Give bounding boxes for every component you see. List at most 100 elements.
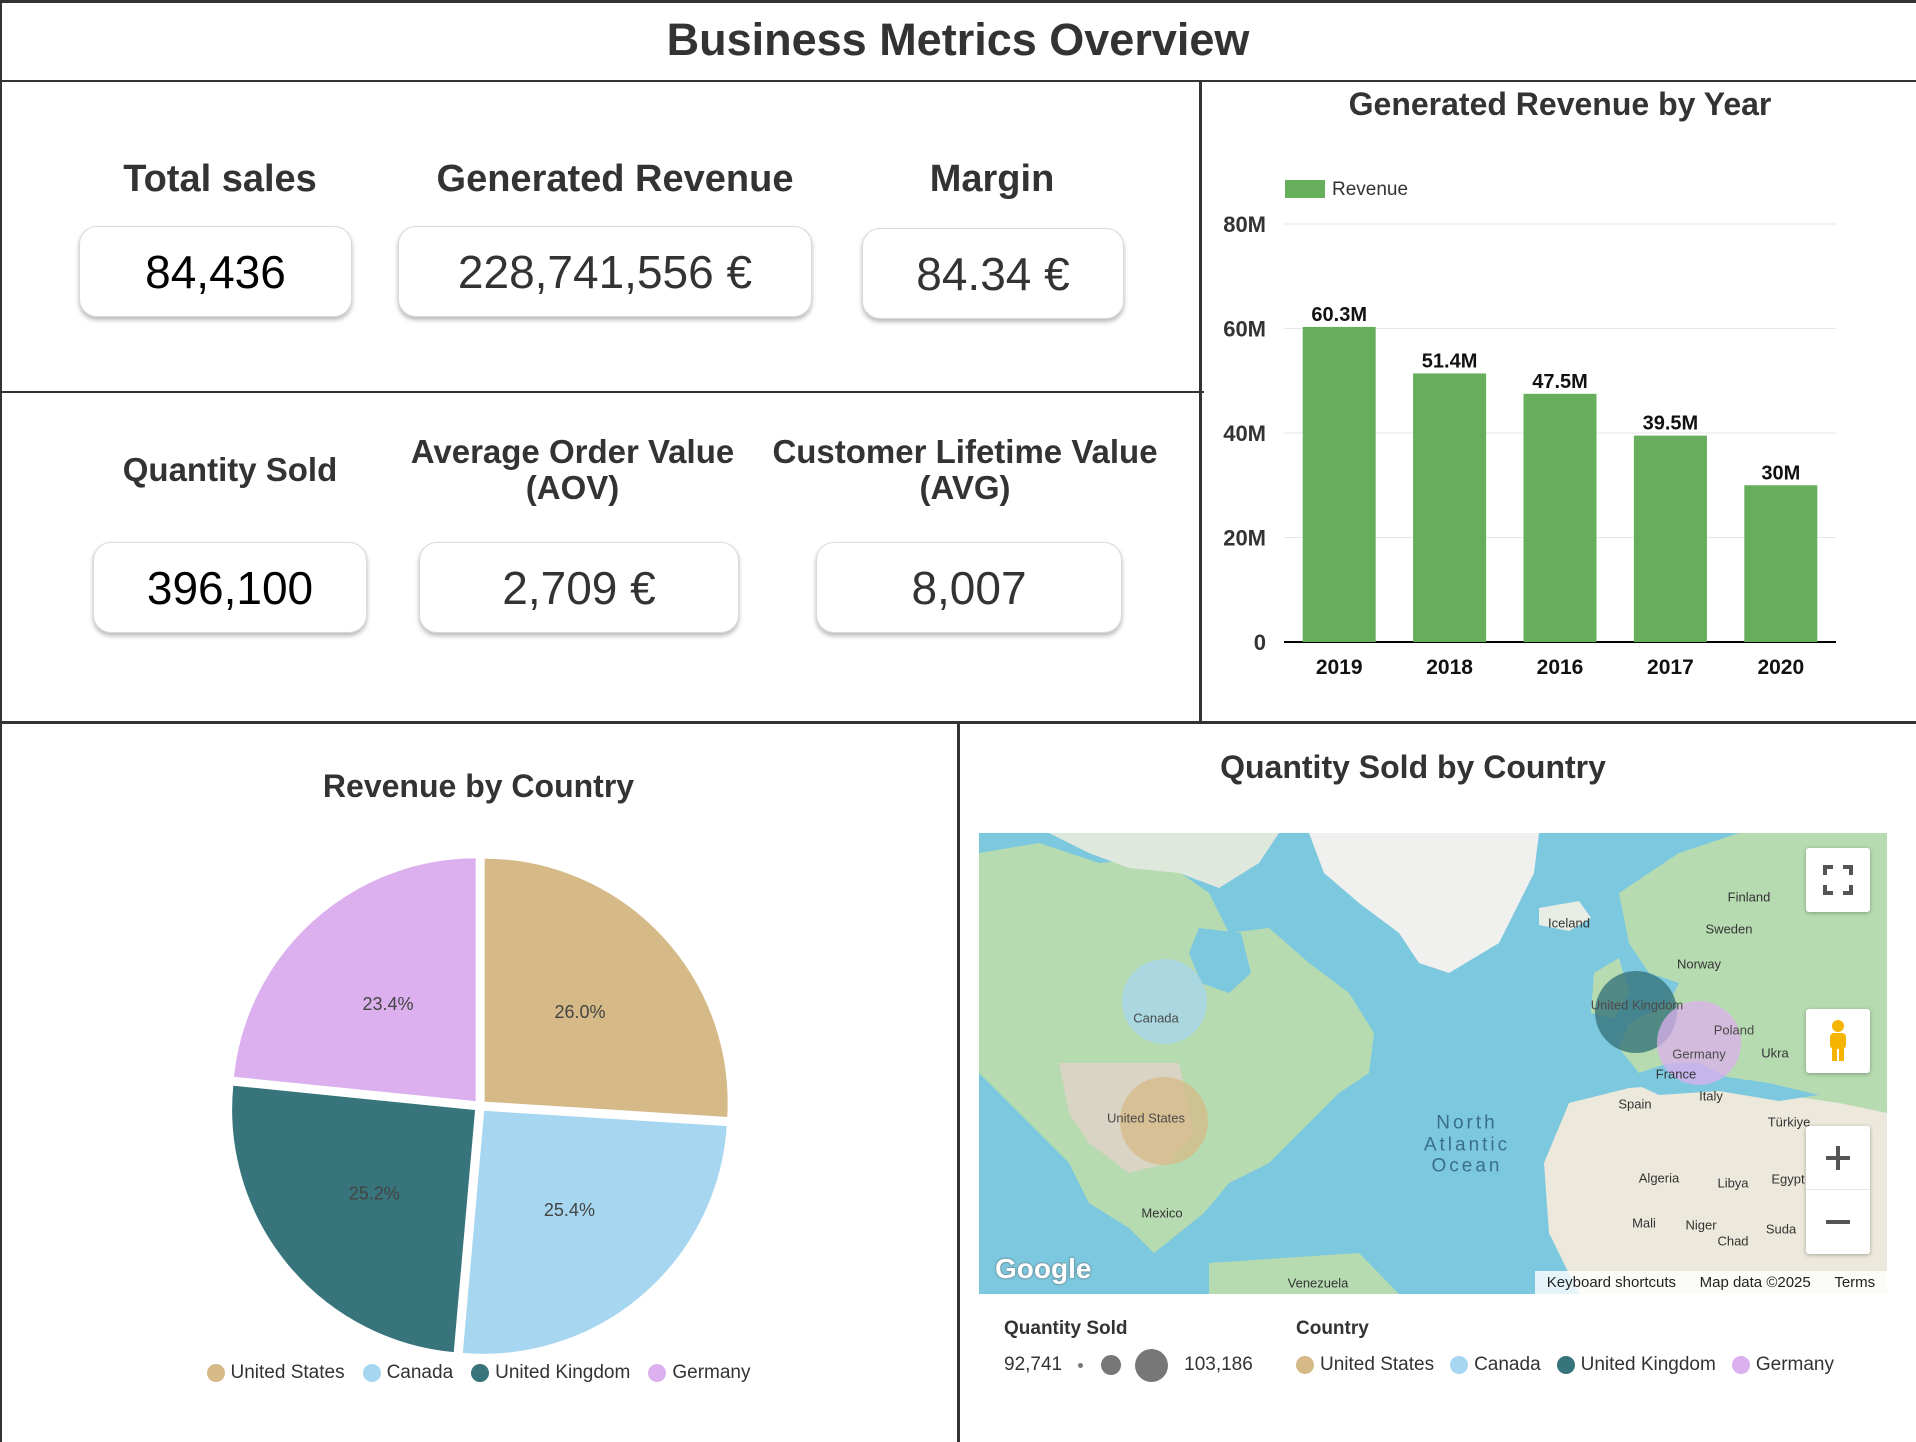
aov-value: 2,709 € bbox=[419, 542, 739, 633]
pie-slice-united-kingdom[interactable] bbox=[230, 1083, 478, 1355]
bubble-canada[interactable] bbox=[1122, 959, 1207, 1044]
aov-label-line2: (AOV) bbox=[525, 469, 620, 506]
bar-chart-title: Generated Revenue by Year bbox=[1348, 86, 1772, 122]
x-tick-label: 2019 bbox=[1316, 656, 1363, 679]
map-label-libya: Libya bbox=[1717, 1175, 1749, 1191]
minus-icon bbox=[1826, 1220, 1850, 1224]
map-label-united-kingdom: United Kingdom bbox=[1590, 997, 1684, 1013]
size-legend-tiny-dot bbox=[1078, 1362, 1084, 1368]
pie-slice-label: 26.0% bbox=[554, 1002, 605, 1022]
margin-label: Margin bbox=[929, 158, 1055, 201]
legend-dot bbox=[362, 1364, 381, 1382]
size-legend: 92,741 103,186 bbox=[1004, 1348, 1253, 1382]
fullscreen-icon bbox=[1823, 865, 1853, 895]
pie-slice-germany[interactable] bbox=[231, 856, 478, 1104]
zoom-out-button[interactable] bbox=[1806, 1190, 1870, 1254]
aov-label: Average Order Value (AOV) bbox=[395, 428, 750, 512]
zoom-controls bbox=[1806, 1126, 1870, 1254]
kpi-chart-divider bbox=[1199, 80, 1202, 724]
margin-value: 84.34 € bbox=[862, 228, 1124, 319]
revenue-by-country-chart: 26.0% 25.4% 25.2% 23.4% bbox=[230, 856, 730, 1356]
quantity-sold-label: Quantity Sold bbox=[122, 450, 338, 488]
legend-dot bbox=[1556, 1356, 1575, 1374]
fullscreen-button[interactable] bbox=[1806, 848, 1870, 912]
page-title: Business Metrics Overview bbox=[666, 14, 1250, 65]
bar-value-label: 39.5M bbox=[1643, 413, 1699, 435]
legend-label: United Kingdom bbox=[1580, 1354, 1716, 1375]
legend-dot bbox=[471, 1364, 490, 1382]
bar-2017[interactable] bbox=[1633, 435, 1707, 642]
legend-label: United States bbox=[230, 1362, 345, 1383]
size-legend-large-dot bbox=[1135, 1348, 1169, 1382]
bar-value-label: 47.5M bbox=[1532, 371, 1588, 393]
bar-2020[interactable] bbox=[1744, 485, 1818, 642]
total-sales-value: 84,436 bbox=[79, 226, 352, 317]
map-label-venezuela: Venezuela bbox=[1287, 1275, 1349, 1291]
clv-label-line2: (AVG) bbox=[919, 469, 1011, 506]
bar-2016[interactable] bbox=[1523, 393, 1597, 642]
y-tick-label: 40M bbox=[1223, 421, 1266, 446]
terms-link[interactable]: Terms bbox=[1834, 1274, 1875, 1291]
title-divider bbox=[0, 80, 1916, 82]
clv-label-line1: Customer Lifetime Value bbox=[772, 432, 1158, 470]
map-legend-item-united-kingdom[interactable]: United Kingdom bbox=[1556, 1354, 1716, 1376]
map-label-norway: Norway bbox=[1676, 956, 1722, 972]
map-label-finland: Finland bbox=[1727, 889, 1771, 905]
legend-label: United States bbox=[1320, 1354, 1435, 1375]
street-view-pegman[interactable] bbox=[1806, 1009, 1870, 1073]
map-legend-item-canada[interactable]: Canada bbox=[1450, 1354, 1541, 1376]
map-label-spain: Spain bbox=[1618, 1096, 1652, 1112]
map-label-france: France bbox=[1655, 1066, 1697, 1082]
bar-2019[interactable] bbox=[1302, 326, 1376, 642]
quantity-sold-map[interactable]: Canada United States Mexico Venezuela Icelan… bbox=[979, 833, 1887, 1294]
map-label-mali: Mali bbox=[1632, 1215, 1656, 1231]
map-label-chad: Chad bbox=[1717, 1233, 1749, 1249]
kpi-divider bbox=[0, 391, 1204, 393]
revenue-by-year-chart: Revenue 0 20M 40M 60M 80M 60.3M 2019 51.4M 2018 47… bbox=[1223, 179, 1836, 679]
map-label-sudan: Suda bbox=[1765, 1221, 1797, 1237]
pie-slice-label: 25.4% bbox=[544, 1200, 595, 1220]
pie-legend-item-united-states[interactable]: United States bbox=[206, 1362, 345, 1384]
quantity-sold-value: 396,100 bbox=[93, 542, 367, 633]
legend-dot bbox=[1450, 1356, 1469, 1374]
legend-label: Germany bbox=[1755, 1354, 1834, 1375]
bar-value-label: 30M bbox=[1761, 462, 1800, 484]
map-label-egypt: Egypt bbox=[1771, 1171, 1805, 1187]
pie-slice-united-states[interactable] bbox=[482, 856, 730, 1120]
total-sales-label: Total sales bbox=[123, 158, 317, 201]
legend-label: Canada bbox=[386, 1362, 454, 1383]
pie-legend-item-canada[interactable]: Canada bbox=[362, 1362, 454, 1384]
bar-2018[interactable] bbox=[1413, 373, 1487, 642]
color-legend: United States Canada United Kingdom Germany bbox=[1296, 1352, 1834, 1378]
pie-legend-item-germany[interactable]: Germany bbox=[648, 1362, 750, 1384]
size-legend-title: Quantity Sold bbox=[1004, 1318, 1128, 1339]
zoom-in-button[interactable] bbox=[1806, 1126, 1870, 1190]
map-label-niger: Niger bbox=[1685, 1217, 1717, 1233]
x-tick-label: 2016 bbox=[1537, 656, 1584, 679]
x-tick-label: 2018 bbox=[1426, 656, 1473, 679]
legend-dot bbox=[1296, 1356, 1314, 1374]
pie-legend-item-united-kingdom[interactable]: United Kingdom bbox=[471, 1362, 630, 1384]
legend-dot bbox=[1731, 1356, 1750, 1374]
map-label-mexico: Mexico bbox=[1141, 1205, 1183, 1221]
map-label-poland: Poland bbox=[1713, 1022, 1755, 1038]
map-label-germany: Germany bbox=[1672, 1046, 1726, 1062]
pie-slice-canada[interactable] bbox=[460, 1108, 729, 1356]
pegman-icon bbox=[1830, 1020, 1846, 1061]
map-legend-item-united-states[interactable]: United States bbox=[1296, 1354, 1434, 1376]
size-legend-max: 103,186 bbox=[1184, 1354, 1253, 1375]
map-label-ocean-2: Atlantic bbox=[1423, 1134, 1511, 1156]
bar-value-label: 60.3M bbox=[1311, 304, 1367, 326]
bar-value-label: 51.4M bbox=[1422, 350, 1478, 372]
plus-icon bbox=[1826, 1145, 1850, 1170]
map-legend-item-germany[interactable]: Germany bbox=[1731, 1354, 1834, 1376]
map-footer: Keyboard shortcuts Map data ©2025 Terms bbox=[1535, 1271, 1887, 1294]
keyboard-shortcuts-link[interactable]: Keyboard shortcuts bbox=[1547, 1274, 1676, 1291]
map-label-ukraine: Ukra bbox=[1761, 1045, 1789, 1061]
pie-legend: United States Canada United Kingdom Germany bbox=[0, 1358, 957, 1388]
y-tick-label: 0 bbox=[1254, 630, 1266, 655]
map-label-turkiye: Türkiye bbox=[1767, 1114, 1811, 1130]
size-legend-min: 92,741 bbox=[1004, 1354, 1063, 1375]
pie-slice-label: 25.2% bbox=[349, 1183, 400, 1203]
y-tick-label: 80M bbox=[1223, 212, 1266, 237]
